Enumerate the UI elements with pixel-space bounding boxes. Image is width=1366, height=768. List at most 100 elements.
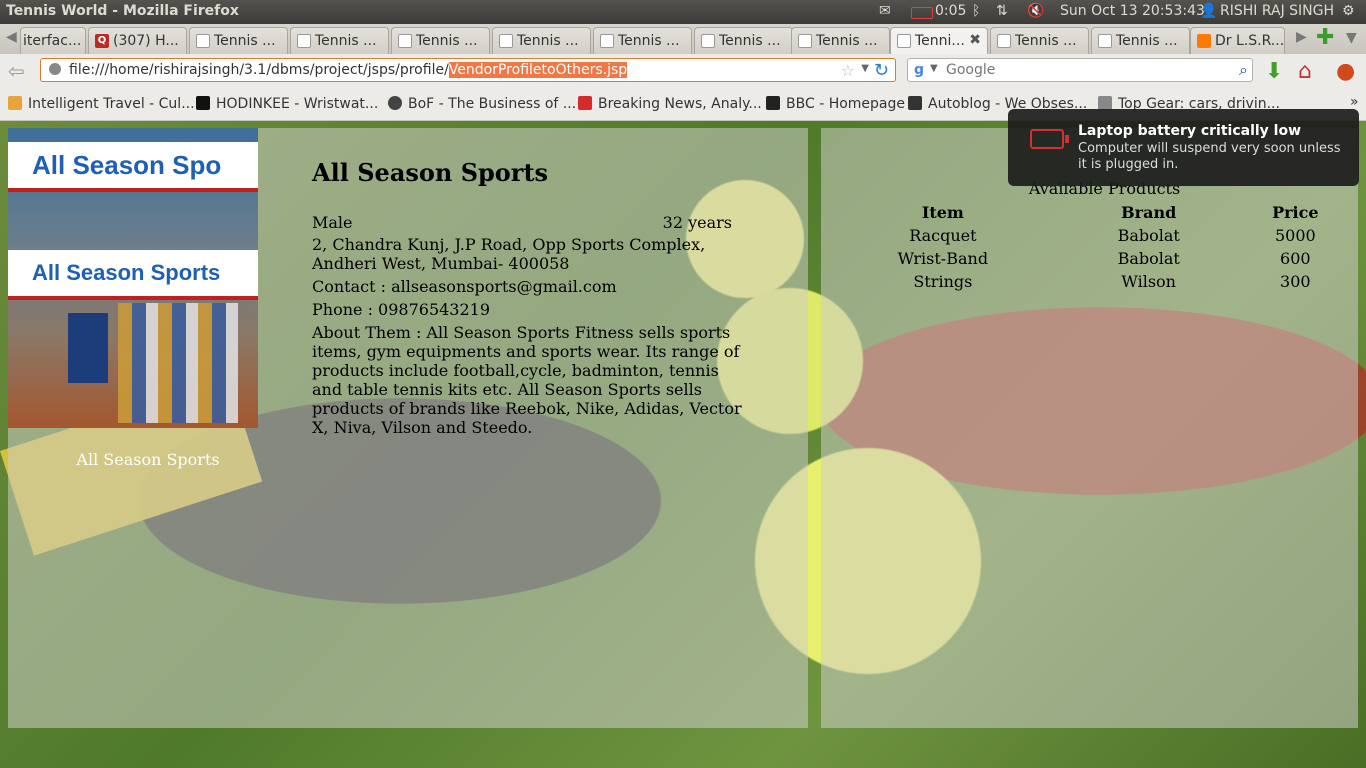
column-header: Item [921, 203, 964, 222]
tab[interactable]: Q (307) H... [88, 27, 187, 54]
price-cell: 600 [1280, 249, 1311, 268]
volume-icon[interactable]: 🔇 [1027, 3, 1044, 19]
search-engine-dropdown-icon[interactable]: ▼ [930, 63, 938, 74]
tab-label: Tennis ... [719, 33, 781, 49]
bookmark-item[interactable]: Breaking News, Analy... [578, 96, 762, 112]
tab-label: iterfac... [23, 33, 82, 49]
tab[interactable]: Tennis ... [791, 27, 890, 54]
item-cell: Wrist-Band [897, 249, 989, 268]
vendor-gender: Male [312, 213, 353, 232]
bookmark-icon [908, 96, 922, 110]
tab-active[interactable]: Tenni... ✖ [890, 27, 988, 54]
battery-notification: Laptop battery critically low Computer w… [1008, 109, 1359, 186]
download-icon[interactable]: ⬇ [1265, 59, 1283, 84]
bookmarks-overflow-icon[interactable]: » [1350, 94, 1359, 110]
tab[interactable]: Tennis ... [189, 27, 288, 54]
bookmark-star-icon[interactable]: ☆ [841, 61, 855, 80]
bookmark-icon [196, 96, 210, 110]
item-cell: Strings [913, 272, 973, 291]
column-header: Price [1272, 203, 1319, 222]
close-tab-icon[interactable]: ✖ [969, 32, 981, 48]
bookmark-item[interactable]: HODINKEE - Wristwat... [196, 96, 378, 112]
tab-scroll-left-icon[interactable]: ◀ [6, 29, 17, 45]
photo-sign: All Season Spo [8, 142, 258, 192]
tab[interactable]: Tennis ... [694, 27, 793, 54]
page-content: All Season Spo All Season Sports All Sea… [0, 121, 1366, 768]
vendor-details: All Season Sports Male 32 years 2, Chand… [312, 158, 752, 441]
vendor-name: All Season Sports [312, 158, 549, 187]
url-dropdown-icon[interactable]: ▼ [861, 63, 869, 74]
vendor-phone: Phone : 09876543219 [312, 300, 491, 319]
tab[interactable]: Tennis ... [1091, 27, 1190, 54]
search-icon[interactable]: ⌕ [1239, 60, 1248, 80]
tab-label: Tennis ... [618, 33, 680, 49]
tab[interactable]: Tennis ... [990, 27, 1089, 54]
tab[interactable]: iterfac... [20, 27, 86, 54]
new-tab-icon[interactable]: ✚ [1316, 25, 1334, 50]
tab[interactable]: Tennis ... [492, 27, 591, 54]
quora-icon: Q [95, 34, 109, 48]
vendor-about: About Them : All Season Sports Fitness s… [312, 323, 742, 437]
user-name[interactable]: RISHI RAJ SINGH [1220, 3, 1334, 19]
tab-label: Tenni... [915, 33, 965, 49]
bookmark-icon [578, 96, 592, 110]
url-bar[interactable]: file:///home/rishirajsingh/3.1/dbms/proj… [40, 58, 896, 82]
search-input[interactable] [944, 61, 1228, 79]
battery-icon[interactable] [911, 7, 933, 19]
clock[interactable]: Sun Oct 13 20:53:43 [1060, 3, 1205, 19]
bluetooth-icon[interactable]: ᛒ [972, 3, 980, 19]
bookmark-item[interactable]: BBC - Homepage [766, 96, 905, 112]
tab[interactable]: Tennis ... [391, 27, 490, 54]
page-icon [1197, 34, 1211, 48]
page-icon [297, 34, 311, 48]
tab[interactable]: Tennis ... [593, 27, 692, 54]
network-icon[interactable]: ⇅ [996, 3, 1008, 19]
url-prefix: file:///home/rishirajsingh/3.1/dbms/proj… [69, 62, 449, 78]
item-cell: Racquet [909, 226, 977, 245]
vendor-profile-panel: All Season Spo All Season Sports All Sea… [8, 128, 808, 728]
tab-bar: ◀ iterfac... Q (307) H... Tennis ... Tenn… [0, 24, 1366, 55]
tab-label: Dr L.S.R... [1215, 33, 1285, 49]
bookmark-label: BBC - Homepage [786, 96, 905, 112]
photo-jersey [68, 313, 108, 383]
bookmark-item[interactable]: BoF - The Business of ... [388, 96, 576, 112]
table-row: Strings Wilson 300 [821, 270, 1358, 293]
photo-sign-lower: All Season Sports [8, 250, 258, 300]
tab[interactable]: Tennis ... [290, 27, 389, 54]
column-header: Brand [1121, 203, 1177, 222]
tab-scroll-right-icon[interactable]: ▶ [1296, 29, 1307, 45]
price-cell: 5000 [1274, 226, 1316, 245]
reload-icon[interactable]: ↻ [874, 60, 889, 81]
google-icon[interactable]: g [914, 62, 924, 78]
vendor-address: 2, Chandra Kunj, J.P Road, Opp Sports Co… [312, 235, 706, 273]
notification-message: Computer will suspend very soon unless i… [1078, 141, 1341, 172]
url-text[interactable]: file:///home/rishirajsingh/3.1/dbms/proj… [69, 62, 628, 78]
battery-low-icon [1030, 129, 1069, 149]
page-icon [398, 34, 412, 48]
bookmark-item[interactable]: Intelligent Travel - Cul... [8, 96, 195, 112]
vendor-photo: All Season Spo All Season Sports [8, 128, 258, 428]
vendor-contact: Contact : allseasonsports@gmail.com [312, 277, 617, 296]
table-row: Racquet Babolat 5000 [821, 224, 1358, 247]
tab-label: Tennis ... [416, 33, 478, 49]
brand-cell: Wilson [1121, 272, 1176, 291]
brand-cell: Babolat [1117, 249, 1180, 268]
tab-label: Tennis ... [1015, 33, 1077, 49]
tab-list-icon[interactable]: ▼ [1346, 30, 1357, 46]
window-title: Tennis World - Mozilla Firefox [6, 3, 239, 19]
page-icon [897, 34, 911, 48]
user-icon[interactable]: 👤 [1200, 3, 1217, 19]
tab-label: Tennis ... [517, 33, 579, 49]
gear-icon[interactable]: ⚙ [1342, 3, 1355, 19]
globe-icon [49, 63, 61, 75]
home-icon[interactable]: ⌂ [1298, 59, 1312, 84]
bookmark-icon [8, 96, 22, 110]
mail-icon[interactable]: ✉ [879, 3, 891, 19]
tab-label: (307) H... [113, 33, 179, 49]
bookmark-label: BoF - The Business of ... [408, 96, 577, 112]
menu-icon[interactable]: ● [1336, 59, 1355, 84]
back-arrow-icon[interactable]: ⇦ [8, 60, 30, 82]
search-bar[interactable]: g ▼ ⌕ [907, 58, 1253, 82]
products-panel: Available Products Item Brand Price Racq… [821, 128, 1358, 728]
tab[interactable]: Dr L.S.R... [1190, 27, 1285, 54]
